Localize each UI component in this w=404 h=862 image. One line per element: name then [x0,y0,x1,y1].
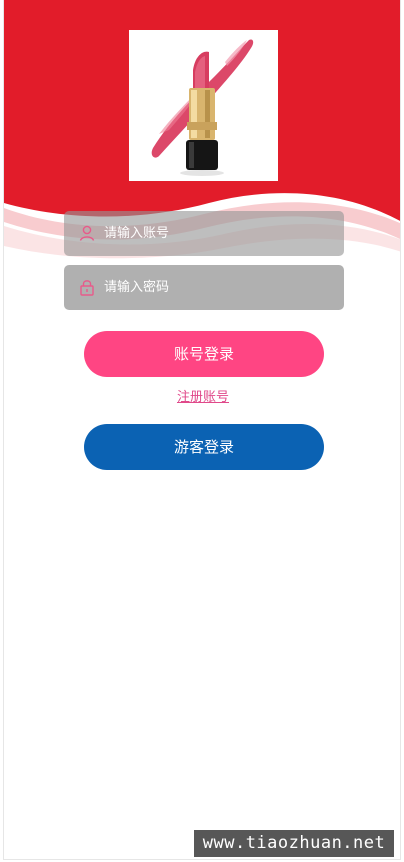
account-login-button[interactable]: 账号登录 [84,331,324,377]
account-field[interactable] [64,211,344,256]
login-page: 账号登录 注册账号 游客登录 [3,0,401,860]
register-account-link[interactable]: 注册账号 [4,386,400,405]
user-icon [78,224,96,242]
guest-login-button[interactable]: 游客登录 [84,424,324,470]
password-field[interactable] [64,265,344,310]
password-input[interactable] [104,265,334,310]
watermark-badge: www.tiaozhuan.net [194,830,394,857]
account-input[interactable] [104,211,334,256]
lock-icon [78,278,96,296]
lipstick-product-image [129,30,278,181]
